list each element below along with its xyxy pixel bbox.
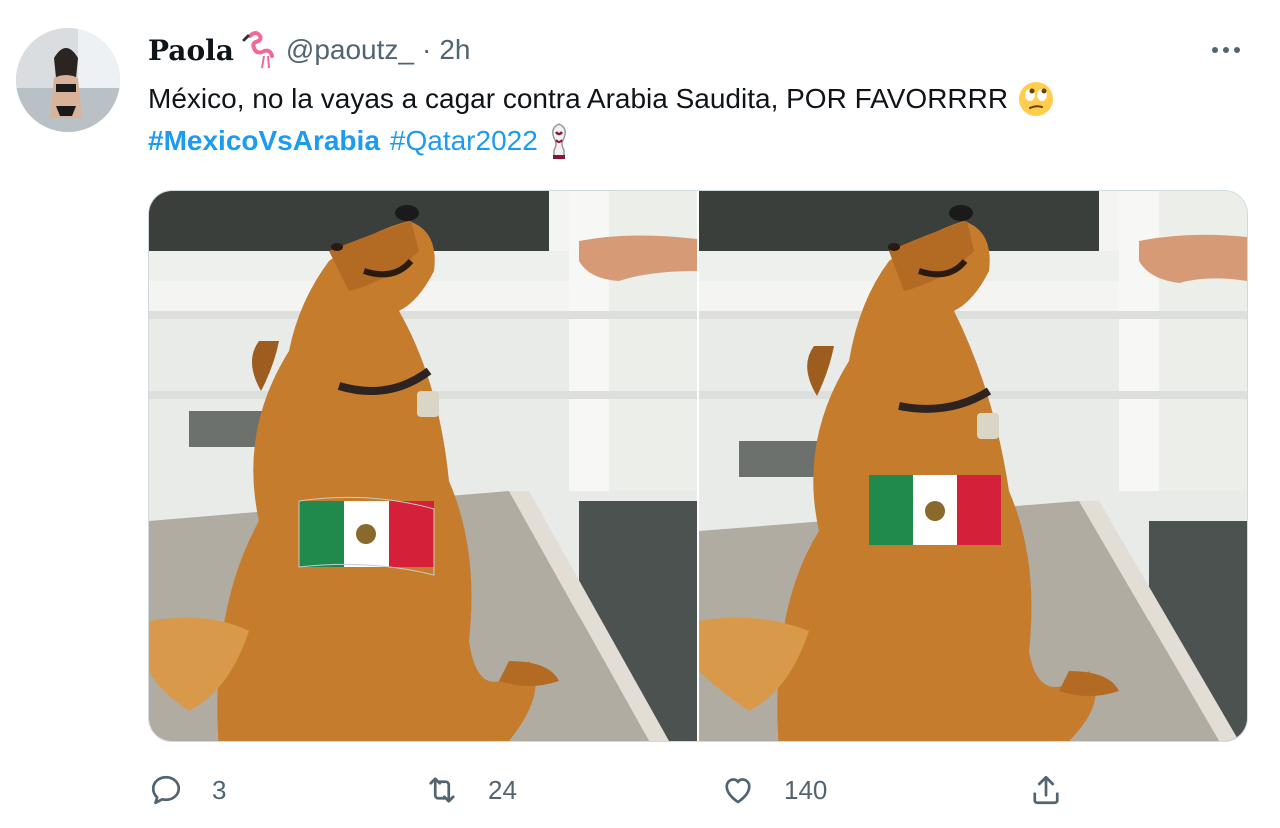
avatar[interactable] <box>16 28 120 132</box>
tweet-photo-1[interactable] <box>149 191 697 741</box>
hashtag-mexicovsarabia[interactable]: #MexicoVsArabia <box>148 120 380 162</box>
tweet-photo-2[interactable] <box>699 191 1247 741</box>
tweet-text-line: México, no la vayas a cagar contra Arabi… <box>148 83 1009 114</box>
flamingo-emoji-icon <box>242 30 278 70</box>
share-button[interactable] <box>1028 766 1064 814</box>
share-icon <box>1033 775 1059 805</box>
more-options-icon[interactable] <box>1204 36 1248 64</box>
heart-icon <box>725 778 751 804</box>
tweet-text: México, no la vayas a cagar contra Arabi… <box>148 78 1248 162</box>
display-name[interactable]: Paola <box>148 34 234 67</box>
tweet-header: Paola @paoutz_ · 2h <box>148 28 470 72</box>
world-cup-trophy-emoji-icon <box>548 122 570 160</box>
action-bar: 3 24 140 <box>148 766 1248 814</box>
retweet-button[interactable]: 24 <box>424 766 517 814</box>
reply-count: 3 <box>212 774 227 805</box>
user-handle[interactable]: @paoutz_ <box>286 34 414 66</box>
hashtag-qatar2022[interactable]: #Qatar2022 <box>390 120 538 162</box>
avatar-photo <box>16 28 120 132</box>
retweet-icon <box>429 777 455 803</box>
like-count: 140 <box>784 774 828 805</box>
like-button[interactable]: 140 <box>720 766 827 814</box>
separator-dot: · <box>421 34 432 65</box>
reply-button[interactable]: 3 <box>148 766 226 814</box>
retweet-count: 24 <box>488 774 517 805</box>
rolling-eyes-emoji-icon <box>1018 81 1054 117</box>
timestamp[interactable]: 2h <box>439 34 470 66</box>
media-grid <box>148 190 1248 742</box>
reply-icon <box>151 775 181 805</box>
